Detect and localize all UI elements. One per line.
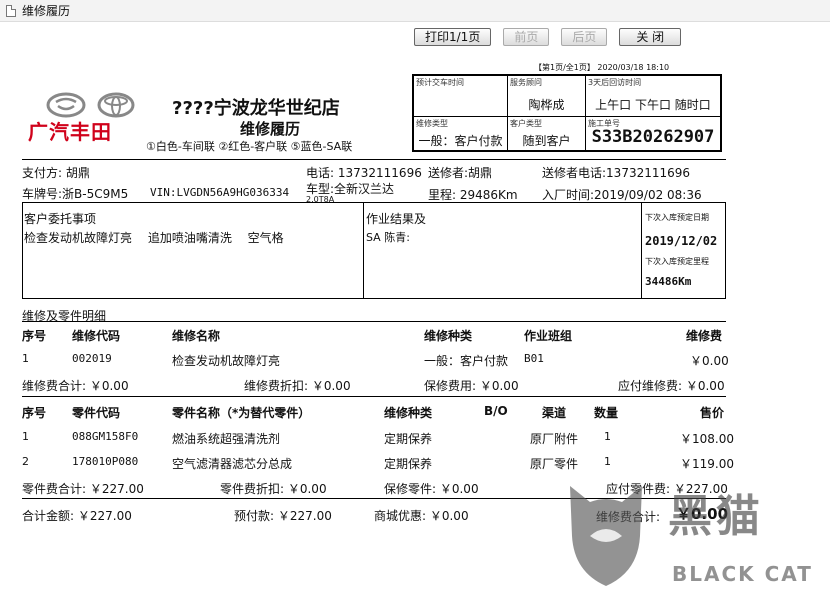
phone: 电话: 13732111696 (306, 166, 422, 180)
mall-discount: 商城优惠: ￥0.00 (374, 509, 469, 523)
value-work-order: S33B20262907 (591, 127, 715, 147)
label-customer-type: 客户类型 (510, 119, 542, 128)
next-date: 2019/12/02 (645, 234, 718, 248)
labor-cell: 1 (22, 352, 29, 365)
parts-cell: 2 (22, 455, 29, 468)
plate: 车牌号:浙B-5C9M5 (22, 187, 129, 201)
mileage: 里程: 29486Km (428, 188, 518, 202)
request-items: 检查发动机故障灯亮 追加喷油嘴清洗 空气格 (24, 231, 284, 245)
label-service-advisor: 服务顾问 (510, 78, 542, 87)
window-titlebar: 维修履历 (0, 0, 830, 22)
labor-discount: 维修费折扣: ￥0.00 (244, 379, 351, 393)
labor-cell: 一般：客户付款 (424, 354, 509, 368)
parts-header-code: 零件代码 (72, 406, 121, 420)
labor-header-name: 维修名称 (172, 329, 221, 343)
parts-cell: 088GM158F0 (72, 430, 139, 443)
divider (22, 159, 726, 160)
doc-title: 维修履历 (240, 120, 301, 138)
next-page-button[interactable]: 后页 (561, 28, 608, 46)
sender: 送修者:胡鼎 (428, 166, 493, 180)
value-repair-type: 一般：客户付款 (418, 134, 503, 148)
parts-discount: 零件费折扣: ￥0.00 (220, 482, 327, 496)
parts-header-no: 序号 (22, 406, 47, 420)
parts-cell: 1 (604, 455, 611, 468)
brand-logo-text: 广汽丰田 (28, 120, 112, 144)
divider (363, 202, 364, 299)
parts-cell: 178010P080 (72, 455, 139, 468)
payer: 支付方: 胡鼎 (22, 166, 90, 180)
sender-phone: 送修者电话:13732111696 (542, 166, 691, 180)
parts-cell: 定期保养 (384, 457, 433, 471)
parts-header-bo: B/O (484, 404, 508, 418)
labor-header-type: 维修种类 (424, 329, 473, 343)
value-followup-time: 上午口 下午口 随时口 (595, 98, 711, 112)
brand-logo-icon (46, 92, 135, 118)
document-icon (6, 4, 16, 17)
parts-cell: ￥108.00 (680, 432, 734, 446)
labor-header-fee: 维修费 (686, 329, 723, 343)
watermark: 黑猫 BLACK CAT (560, 476, 830, 592)
next-mileage: 34486Km (645, 275, 692, 288)
parts-sum: 零件费合计: ￥227.00 (22, 482, 144, 496)
label-repair-type: 维修类型 (416, 119, 448, 128)
label-expected-delivery: 预计交车时间 (416, 78, 464, 87)
labor-header-no: 序号 (22, 329, 47, 343)
parts-cell: ￥119.00 (680, 457, 734, 471)
result-sa: SA 陈青: (366, 231, 410, 244)
parts-warranty: 保修零件: ￥0.00 (384, 482, 479, 496)
parts-cell: 燃油系统超强清洗剂 (172, 432, 281, 446)
parts-header-name: 零件名称（*为替代零件） (172, 406, 311, 420)
watermark-en: BLACK CAT (672, 562, 813, 586)
cat-logo-icon (570, 486, 642, 586)
value-customer-type: 随到客户 (522, 134, 571, 148)
result-label: 作业结果及 (366, 212, 427, 226)
labor-header-code: 维修代码 (72, 329, 121, 343)
next-mileage-label: 下次入库预定里程 (645, 257, 709, 266)
total-amount: 合计金额: ￥227.00 (22, 509, 132, 523)
close-button[interactable]: 关 闭 (619, 28, 682, 46)
window-title: 维修履历 (22, 4, 71, 18)
store-name: ????宁波龙华世纪店 (172, 98, 340, 119)
copies-note: ①白色-车间联 ②红色-客户联 ⑤蓝色-SA联 (146, 140, 353, 153)
parts-cell: 1 (604, 430, 611, 443)
next-date-label: 下次入库预定日期 (645, 213, 709, 222)
labor-header-team: 作业班组 (524, 329, 573, 343)
parts-header-qty: 数量 (594, 406, 619, 420)
parts-cell: 定期保养 (384, 432, 433, 446)
vin: VIN:LVGDN56A9HG036334 (150, 186, 290, 199)
labor-cell: 检查发动机故障灯亮 (172, 354, 281, 368)
divider (22, 396, 726, 397)
labor-cell: B01 (524, 352, 544, 365)
entry-time: 入厂时间:2019/09/02 08:36 (542, 188, 702, 202)
print-button[interactable]: 打印1/1页 (414, 28, 492, 46)
divider (641, 202, 642, 299)
labor-payable: 应付维修费: ￥0.00 (618, 379, 725, 393)
page-info: 【第1页/全1页】 2020/03/18 18:10 (534, 63, 670, 72)
parts-cell: 原厂零件 (530, 457, 579, 471)
labor-cell: ￥0.00 (690, 354, 729, 368)
request-label: 客户委托事项 (24, 212, 97, 226)
labor-cell: 002019 (72, 352, 112, 365)
parts-header-type: 维修种类 (384, 406, 433, 420)
header-box: 预计交车时间 服务顾问 陶桦成 3天后回访时间 上午口 下午口 随时口 维修类型… (412, 74, 722, 152)
labor-sum: 维修费合计: ￥0.00 (22, 379, 129, 393)
parts-header-price: 售价 (700, 406, 725, 420)
prepayment: 预付款: ￥227.00 (234, 509, 332, 523)
divider (22, 321, 726, 322)
watermark-cn: 黑猫 (668, 491, 764, 542)
value-service-advisor: 陶桦成 (528, 98, 565, 112)
parts-cell: 1 (22, 430, 29, 443)
labor-warranty: 保修费用: ￥0.00 (424, 379, 519, 393)
label-followup-time: 3天后回访时间 (588, 78, 642, 87)
toolbar: 打印1/1页 前页 后页 关 闭 (414, 28, 682, 46)
parts-cell: 原厂附件 (530, 432, 579, 446)
prev-page-button[interactable]: 前页 (503, 28, 550, 46)
parts-header-channel: 渠道 (542, 406, 567, 420)
parts-cell: 空气滤清器滤芯分总成 (172, 457, 293, 471)
